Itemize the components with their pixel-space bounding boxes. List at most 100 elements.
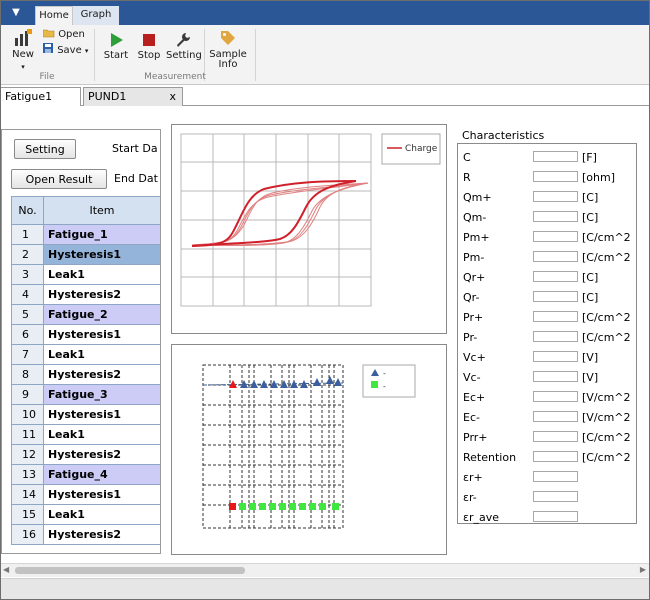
hysteresis-curve-lower-3 [191,182,369,246]
series2-point [289,503,296,510]
char-value-field[interactable] [533,451,578,462]
row-item[interactable]: Fatigue_2 [43,304,160,325]
new-dropdown-icon[interactable]: ▾ [9,62,37,72]
table-row[interactable]: 12 Hysteresis2 [11,444,160,465]
char-unit: [C/cm^2 [582,331,631,344]
hysteresis-plot: Charge [180,133,441,307]
row-item[interactable]: Leak1 [43,424,160,445]
scroll-left-icon[interactable]: ◀ [3,565,9,574]
char-label: εr- [463,491,477,504]
row-item[interactable]: Hysteresis2 [43,364,160,385]
save-disk-icon [43,43,53,53]
open-button-label: Open [58,29,85,40]
char-row-ec-minus: Ec- [V/cm^2 [463,408,635,428]
app-menu-button[interactable]: ▼ [1,1,31,25]
char-value-field[interactable] [533,211,578,222]
table-row[interactable]: 10 Hysteresis1 [11,404,160,425]
table-row[interactable]: 11 Leak1 [11,424,160,445]
char-unit: [C] [582,191,599,204]
char-value-field[interactable] [533,371,578,382]
char-value-field[interactable] [533,191,578,202]
char-value-field[interactable] [533,271,578,282]
row-item[interactable]: Fatigue_4 [43,464,160,485]
stop-button-label: Stop [137,50,161,61]
save-button[interactable]: Save ▾ [43,43,88,57]
table-row[interactable]: 13 Fatigue_4 [11,464,160,485]
table-row[interactable]: 7 Leak1 [11,344,160,365]
char-value-field[interactable] [533,291,578,302]
scroll-right-icon[interactable]: ▶ [640,565,646,574]
table-row[interactable]: 15 Leak1 [11,504,160,525]
char-value-field[interactable] [533,491,578,502]
row-number: 4 [11,284,44,305]
row-item[interactable]: Leak1 [43,264,160,285]
char-value-field[interactable] [533,171,578,182]
doc-tab-fatigue1[interactable]: Fatigue1 [1,87,81,106]
char-label: Qr+ [463,271,486,284]
table-row[interactable]: 16 Hysteresis2 [11,524,160,545]
start-date-label: Start Da [112,142,158,155]
row-item[interactable]: Hysteresis2 [43,284,160,305]
char-unit: [C] [582,291,599,304]
char-value-field[interactable] [533,411,578,422]
file-group-label: File [39,72,55,82]
table-row[interactable]: 9 Fatigue_3 [11,384,160,405]
table-row[interactable]: 1 Fatigue_1 [11,224,160,245]
char-value-field[interactable] [533,311,578,322]
column-header-item[interactable]: Item [43,196,160,225]
column-header-no[interactable]: No. [11,196,44,225]
series2-point [309,503,316,510]
scrollbar-thumb[interactable] [15,567,245,574]
table-row[interactable]: 5 Fatigue_2 [11,304,160,325]
char-value-field[interactable] [533,251,578,262]
char-value-field[interactable] [533,511,578,522]
char-value-field[interactable] [533,231,578,242]
table-row[interactable]: 4 Hysteresis2 [11,284,160,305]
row-item[interactable]: Fatigue_3 [43,384,160,405]
row-item[interactable]: Hysteresis1 [43,484,160,505]
table-row[interactable]: 8 Hysteresis2 [11,364,160,385]
open-result-button[interactable]: Open Result [11,169,107,189]
new-button[interactable]: New ▾ [9,29,37,72]
play-icon [111,33,123,47]
doc-tab-pund1[interactable]: PUND1 x [83,87,183,106]
row-number: 16 [11,524,44,545]
row-item[interactable]: Hysteresis2 [43,444,160,465]
row-item[interactable]: Hysteresis1 [43,404,160,425]
row-item[interactable]: Hysteresis1 [43,324,160,345]
row-item[interactable]: Hysteresis1 [43,244,160,265]
table-row[interactable]: 6 Hysteresis1 [11,324,160,345]
series1-point [334,378,342,386]
char-row-vc-plus: Vc+ [V] [463,348,635,368]
save-dropdown-icon[interactable]: ▾ [85,47,89,55]
char-value-field[interactable] [533,331,578,342]
start-button[interactable]: Start [102,32,130,61]
char-label: εr+ [463,471,483,484]
row-number: 8 [11,364,44,385]
tab-home[interactable]: Home [35,6,73,25]
table-row[interactable]: 2 Hysteresis1 [11,244,160,265]
char-value-field[interactable] [533,151,578,162]
doc-tab-label: Fatigue1 [5,90,53,103]
hysteresis-chart[interactable]: Charge [171,124,447,334]
char-value-field[interactable] [533,471,578,482]
char-label: Pr+ [463,311,484,324]
tab-graph[interactable]: Graph [73,6,119,25]
row-item[interactable]: Leak1 [43,504,160,525]
setting-button[interactable]: Setting [14,139,76,159]
measurement-setting-button[interactable]: Setting [166,32,202,61]
open-button[interactable]: Open [42,28,85,41]
row-item[interactable]: Leak1 [43,344,160,365]
sample-info-button[interactable]: Sample Info [208,29,248,70]
char-value-field[interactable] [533,431,578,442]
row-item[interactable]: Hysteresis2 [43,524,160,545]
fatigue-chart[interactable]: - - [171,344,447,555]
table-row[interactable]: 3 Leak1 [11,264,160,285]
close-tab-icon[interactable]: x [169,88,176,106]
char-value-field[interactable] [533,351,578,362]
stop-button[interactable]: Stop [135,32,163,61]
char-value-field[interactable] [533,391,578,402]
row-item[interactable]: Fatigue_1 [43,224,160,245]
table-row[interactable]: 14 Hysteresis1 [11,484,160,505]
horizontal-scrollbar[interactable]: ◀ ▶ [1,563,649,577]
